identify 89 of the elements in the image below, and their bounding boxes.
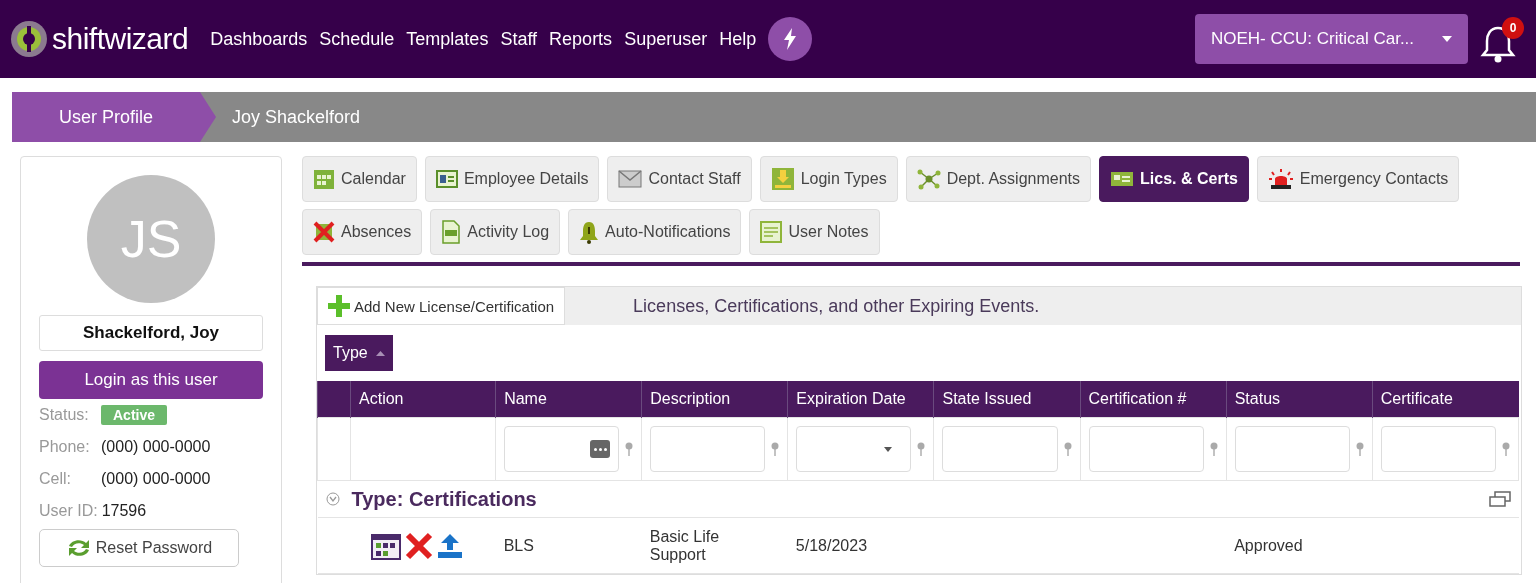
tab[interactable]: Dept. Assignments bbox=[905, 156, 1092, 202]
reset-password-button[interactable]: Reset Password bbox=[39, 529, 239, 567]
grid-title: Licenses, Certifications, and other Expiring Events. bbox=[633, 295, 1040, 317]
nav-link[interactable]: Staff bbox=[500, 28, 538, 50]
filter-field[interactable] bbox=[1234, 426, 1350, 472]
lightning-icon bbox=[783, 28, 798, 50]
add-certification-button[interactable]: Add New License/Certification bbox=[317, 287, 566, 325]
quick-action-button[interactable] bbox=[768, 17, 813, 61]
field-label: Status: bbox=[39, 406, 90, 424]
bell-icon[interactable] bbox=[1480, 24, 1516, 64]
envelope-icon bbox=[618, 170, 643, 188]
id-card-icon bbox=[435, 170, 458, 188]
filter-field[interactable] bbox=[504, 426, 620, 472]
nav-link[interactable]: Reports bbox=[549, 28, 613, 50]
field-label: Cell: bbox=[39, 470, 72, 488]
tab[interactable]: Lics. & Certs bbox=[1099, 156, 1249, 202]
nav-link[interactable]: Templates bbox=[406, 28, 489, 50]
table-cell: BLS bbox=[503, 536, 534, 555]
caret-icon bbox=[1442, 36, 1452, 42]
column-header[interactable]: Status bbox=[1226, 381, 1373, 418]
table-cell: Approved bbox=[1234, 536, 1303, 555]
collapse-icon[interactable] bbox=[325, 492, 340, 506]
filter-pin-icon[interactable] bbox=[625, 442, 634, 456]
column-header[interactable]: Description bbox=[641, 381, 788, 418]
group-by-chip[interactable]: Type bbox=[325, 335, 393, 371]
profile-name: Shackelford, Joy bbox=[39, 315, 263, 351]
logo-text[interactable]: shiftwizard bbox=[52, 22, 189, 56]
tab[interactable]: User Notes bbox=[749, 209, 880, 255]
filter-pin-icon[interactable] bbox=[1209, 442, 1218, 456]
note-icon bbox=[760, 221, 783, 243]
column-header[interactable]: Action bbox=[350, 381, 496, 418]
filter-pin-icon[interactable] bbox=[1355, 442, 1364, 456]
notification-count: 0 bbox=[1502, 17, 1524, 39]
column-header[interactable]: Expiration Date bbox=[787, 381, 934, 418]
document-icon bbox=[441, 220, 462, 244]
more-options-icon[interactable] bbox=[590, 440, 611, 458]
filter-pin-icon[interactable] bbox=[1502, 442, 1510, 456]
column-header[interactable]: Name bbox=[495, 381, 642, 418]
tab[interactable]: Employee Details bbox=[424, 156, 600, 202]
tab[interactable]: Emergency Contacts bbox=[1256, 156, 1460, 202]
filter-field[interactable] bbox=[650, 426, 766, 472]
logo-icon bbox=[10, 20, 48, 58]
tab[interactable]: Calendar bbox=[302, 156, 417, 202]
nav-link[interactable]: Schedule bbox=[319, 28, 395, 50]
network-icon bbox=[916, 168, 941, 190]
tab[interactable]: Login Types bbox=[759, 156, 898, 202]
field-value: (000) 000-0000 bbox=[101, 470, 211, 488]
table-cell: 5/18/2023 bbox=[795, 536, 868, 555]
filter-pin-icon[interactable] bbox=[1063, 442, 1072, 456]
tab[interactable]: Activity Log bbox=[430, 209, 561, 255]
field-value: (000) 000-0000 bbox=[101, 438, 211, 456]
nav-link[interactable]: Superuser bbox=[624, 28, 708, 50]
delete-icon[interactable] bbox=[404, 531, 433, 560]
filter-pin-icon[interactable] bbox=[771, 442, 780, 456]
field-value: 17596 bbox=[101, 502, 147, 520]
breadcrumb-link[interactable]: User Profile bbox=[12, 92, 216, 142]
cross-out-icon bbox=[313, 221, 335, 243]
windows-icon[interactable] bbox=[1488, 491, 1511, 507]
column-header[interactable]: Certification # bbox=[1080, 381, 1227, 418]
nav-link[interactable]: Help bbox=[719, 28, 757, 50]
breadcrumb-current: Joy Shackelford bbox=[232, 106, 361, 128]
field-label: User ID: bbox=[39, 502, 98, 520]
field-label: Phone: bbox=[39, 438, 91, 456]
avatar: JS bbox=[87, 175, 215, 303]
tab[interactable]: Absences bbox=[302, 209, 423, 255]
filter-field[interactable] bbox=[796, 426, 912, 472]
filter-pin-icon[interactable] bbox=[917, 442, 926, 456]
status-badge: Active bbox=[101, 405, 168, 425]
plus-icon bbox=[328, 295, 350, 317]
card-icon bbox=[1110, 171, 1135, 187]
tab[interactable]: Auto-Notifications bbox=[568, 209, 742, 255]
tab[interactable]: Contact Staff bbox=[607, 156, 752, 202]
filter-field[interactable] bbox=[942, 426, 1058, 472]
filter-field[interactable] bbox=[1380, 426, 1496, 472]
sort-up-icon bbox=[375, 350, 385, 356]
calendar-icon bbox=[313, 168, 335, 190]
filter-field[interactable] bbox=[1088, 426, 1204, 472]
login-as-user-button[interactable]: Login as this user bbox=[39, 361, 263, 399]
alert-bell-icon bbox=[579, 220, 600, 244]
calendar-icon[interactable] bbox=[370, 531, 401, 560]
group-title: Type: Certifications bbox=[351, 487, 537, 511]
department-dropdown[interactable]: NOEH- CCU: Critical Car... bbox=[1195, 14, 1468, 64]
column-header[interactable]: Certificate bbox=[1372, 381, 1519, 418]
nav-link[interactable]: Dashboards bbox=[210, 28, 308, 50]
column-header[interactable]: State Issued bbox=[933, 381, 1081, 418]
caret-icon bbox=[884, 446, 893, 452]
siren-icon bbox=[1267, 168, 1294, 190]
upload-icon[interactable] bbox=[436, 532, 463, 559]
table-cell-text: Basic Life Support bbox=[649, 527, 721, 564]
